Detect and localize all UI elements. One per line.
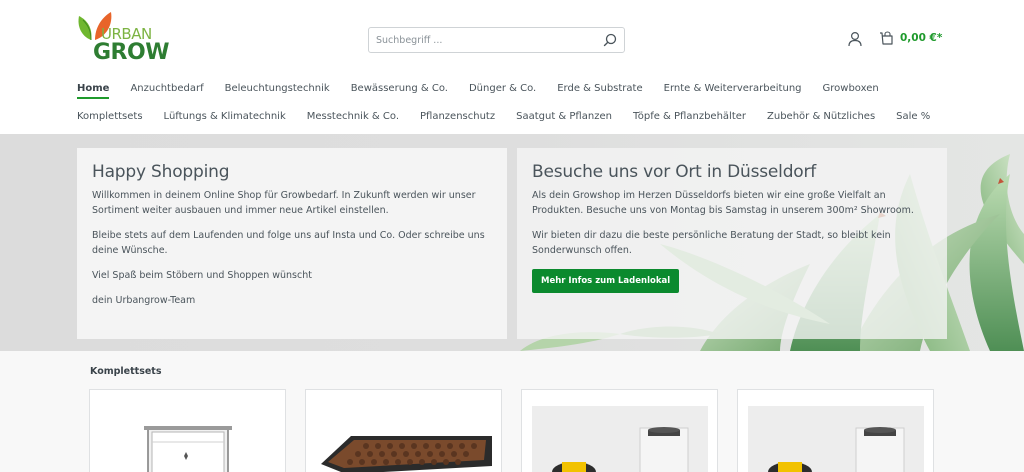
nav-item-home[interactable]: Home — [77, 83, 110, 99]
store-visit-text-2: Wir bieten dir dazu die beste persönlich… — [532, 230, 891, 256]
nav-item-komplettsets[interactable]: Komplettsets — [77, 111, 143, 127]
nav-item-dünger-co[interactable]: Dünger & Co. — [469, 83, 536, 99]
nav-item-anzuchtbedarf[interactable]: Anzuchtbedarf — [130, 83, 203, 99]
product-card[interactable] — [89, 389, 286, 472]
welcome-card: Happy Shopping Willkommen in deinem Onli… — [77, 148, 507, 339]
product-card[interactable] — [737, 389, 934, 472]
store-visit-card: Besuche uns vor Ort in Düsseldorf Als de… — [517, 148, 947, 339]
product-card[interactable] — [521, 389, 718, 472]
nav-row-2: Komplettsets Lüftungs & Klimatechnik Messt… — [77, 111, 951, 127]
logo-text-grow: GROW — [93, 40, 169, 65]
store-visit-title: Besuche uns vor Ort in Düsseldorf — [532, 162, 817, 182]
nav-item-zubehör-nützliches[interactable]: Zubehör & Nützliches — [767, 111, 875, 127]
welcome-text-2: Bleibe stets auf dem Laufenden und folge… — [92, 230, 485, 256]
nav-item-beleuchtungstechnik[interactable]: Beleuchtungstechnik — [225, 83, 330, 99]
section-title-komplettsets: Komplettsets — [90, 366, 162, 377]
cart-icon[interactable] — [878, 30, 895, 47]
seedling-tray-image — [321, 436, 492, 472]
search-input[interactable] — [369, 28, 594, 52]
search-icon[interactable] — [602, 32, 618, 48]
ventilation-set-image — [748, 406, 924, 472]
site-header: URBAN GROW 0,00 €* Home Anzuchtbedarf Bele… — [0, 0, 1024, 134]
welcome-text-3: Viel Spaß beim Stöbern und Shoppen wünsc… — [92, 270, 312, 281]
store-info-button[interactable]: Mehr Infos zum Ladenlokal — [532, 269, 680, 293]
nav-item-growboxen[interactable]: Growboxen — [823, 83, 879, 99]
nav-item-bewässerung-co[interactable]: Bewässerung & Co. — [351, 83, 448, 99]
welcome-title: Happy Shopping — [92, 162, 230, 182]
nav-item-ernte-weiterverarbeitung[interactable]: Ernte & Weiterverarbeitung — [664, 83, 802, 99]
nav-item-erde-substrate[interactable]: Erde & Substrate — [557, 83, 642, 99]
nav-item-messtechnik-co[interactable]: Messtechnik & Co. — [307, 111, 399, 127]
hero-banner: Happy Shopping Willkommen in deinem Onli… — [0, 134, 1024, 351]
search-box — [368, 27, 625, 53]
growbox-image — [144, 426, 232, 472]
nav-item-töpfe-pflanzbehälter[interactable]: Töpfe & Pflanzbehälter — [633, 111, 746, 127]
welcome-text-1: Willkommen in deinem Online Shop für Gro… — [92, 190, 476, 216]
cart-total[interactable]: 0,00 €* — [900, 32, 942, 44]
urbangrow-logo[interactable]: URBAN GROW — [77, 10, 169, 65]
store-visit-text-1: Als dein Growshop im Herzen Düsseldorfs … — [532, 190, 914, 216]
ventilation-set-image — [532, 406, 708, 472]
nav-row-1: Home Anzuchtbedarf Beleuchtungstechnik Bewä… — [77, 83, 900, 99]
nav-item-saatgut-pflanzen[interactable]: Saatgut & Pflanzen — [516, 111, 612, 127]
product-card[interactable] — [305, 389, 502, 472]
nav-item-pflanzenschutz[interactable]: Pflanzenschutz — [420, 111, 495, 127]
nav-item-sale[interactable]: Sale % — [896, 111, 930, 127]
welcome-signature: dein Urbangrow-Team — [92, 295, 196, 306]
nav-item-lüftungs-klimatechnik[interactable]: Lüftungs & Klimatechnik — [164, 111, 286, 127]
account-icon[interactable] — [847, 31, 863, 47]
